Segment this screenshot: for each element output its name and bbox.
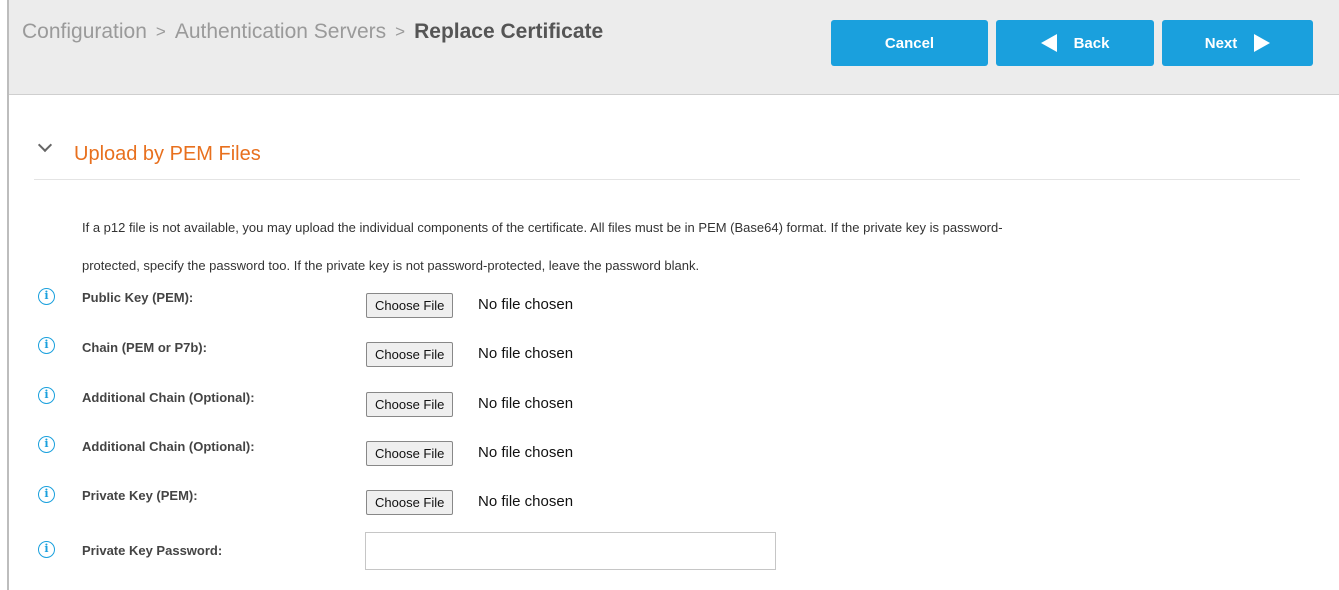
private-key-file-status: No file chosen [478, 493, 574, 510]
public-key-label: Public Key (PEM): [82, 290, 194, 305]
private-key-label: Private Key (PEM): [82, 488, 198, 503]
info-icon[interactable]: i [38, 288, 55, 305]
back-button-label: Back [1073, 34, 1110, 52]
additional-chain-label: Additional Chain (Optional): [82, 390, 255, 405]
chain-label: Chain (PEM or P7b): [82, 340, 207, 355]
info-icon[interactable]: i [38, 541, 55, 558]
chain-choose-file-button[interactable]: Choose File [366, 342, 454, 367]
info-icon[interactable]: i [38, 387, 55, 404]
info-icon[interactable]: i [38, 486, 55, 503]
back-button[interactable]: Back [996, 20, 1154, 66]
arrow-left-icon [1040, 34, 1057, 52]
section-title[interactable]: Upload by PEM Files [74, 143, 261, 166]
chain-file-status: No file chosen [478, 345, 574, 362]
private-key-choose-file-button[interactable]: Choose File [366, 490, 454, 515]
info-icon[interactable]: i [38, 436, 55, 453]
breadcrumb-item-authentication-servers[interactable]: Authentication Servers [175, 20, 386, 43]
additional-chain-2-file-status: No file chosen [478, 444, 574, 461]
description-line-1: If a p12 file is not available, you may … [82, 220, 1003, 235]
arrow-right-icon [1254, 34, 1271, 52]
private-key-password-input[interactable] [365, 532, 776, 570]
section-divider [34, 179, 1300, 180]
additional-chain-file-status: No file chosen [478, 395, 574, 412]
cancel-button[interactable]: Cancel [831, 20, 988, 66]
public-key-file-status: No file chosen [478, 296, 574, 313]
additional-chain-label-2: Additional Chain (Optional): [82, 439, 255, 454]
public-key-choose-file-button[interactable]: Choose File [366, 293, 454, 318]
additional-chain-choose-file-button[interactable]: Choose File [366, 392, 454, 417]
info-icon[interactable]: i [38, 337, 55, 354]
private-key-password-label: Private Key Password: [82, 543, 223, 558]
breadcrumb-current: Replace Certificate [414, 20, 604, 43]
cancel-button-label: Cancel [884, 34, 935, 52]
breadcrumb-separator: > [395, 22, 406, 41]
breadcrumb-separator: > [155, 22, 166, 41]
breadcrumb-item-configuration[interactable]: Configuration [22, 20, 147, 43]
section-description: If a p12 file is not available, you may … [82, 209, 1282, 285]
next-button-label: Next [1204, 34, 1238, 52]
next-button[interactable]: Next [1162, 20, 1313, 66]
breadcrumb: Configuration > Authentication Servers > Rep… [22, 20, 603, 44]
description-line-2: protected, specify the password too. If … [82, 258, 700, 273]
additional-chain-2-choose-file-button[interactable]: Choose File [366, 441, 454, 466]
